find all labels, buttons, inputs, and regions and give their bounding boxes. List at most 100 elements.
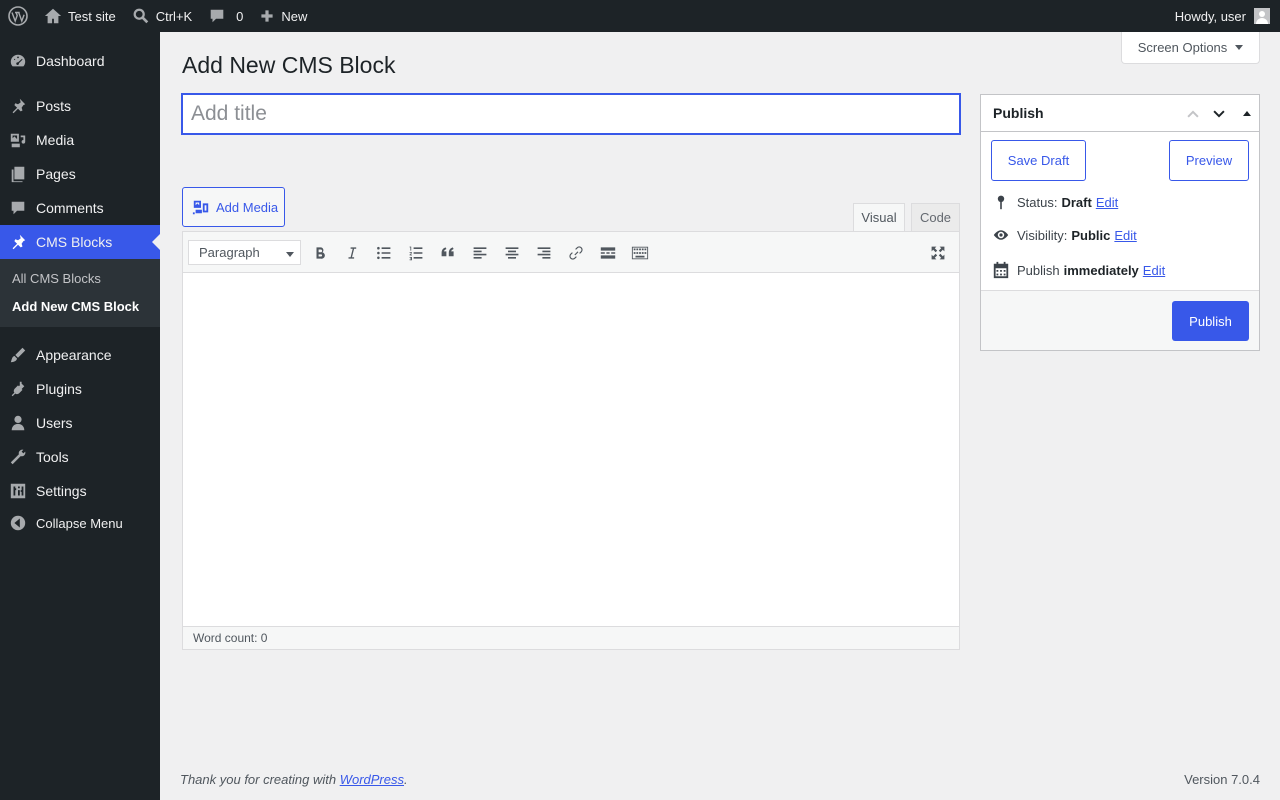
collapse-menu-button[interactable]: Collapse Menu: [0, 506, 160, 540]
dashboard-icon: [0, 52, 36, 70]
sidebar-item-pages[interactable]: Pages: [0, 157, 160, 191]
comments-icon: [0, 199, 36, 217]
collapse-menu-label: Collapse Menu: [36, 515, 123, 531]
wordpress-logo-button[interactable]: [0, 0, 36, 32]
screen-options-label: Screen Options: [1137, 40, 1228, 55]
schedule-label: Publish: [1017, 262, 1060, 278]
home-icon: [44, 8, 62, 24]
calendar-icon: [991, 261, 1011, 279]
avatar: [1254, 8, 1270, 24]
new-content-menu[interactable]: New: [251, 0, 315, 32]
chevron-up-icon: [1187, 110, 1199, 118]
sidebar-item-appearance[interactable]: Appearance: [0, 338, 160, 372]
edit-schedule-link[interactable]: Edit: [1143, 263, 1165, 278]
sidebar-item-label: Settings: [36, 483, 87, 499]
bold-button[interactable]: [309, 242, 331, 264]
toolbar-toggle-button[interactable]: [629, 242, 651, 264]
pin-icon: [0, 233, 36, 251]
comment-icon: [210, 9, 224, 23]
publish-button[interactable]: Publish: [1172, 301, 1249, 341]
publish-metabox-title: Publish: [993, 105, 1044, 121]
italic-icon: [348, 247, 357, 259]
new-label: New: [281, 8, 308, 24]
sidebar-item-label: Pages: [36, 166, 76, 182]
sidebar-item-label: CMS Blocks: [36, 234, 113, 250]
screen-options-button[interactable]: Screen Options: [1121, 32, 1260, 64]
triangle-up-icon: [1243, 111, 1251, 116]
move-down-button[interactable]: [1209, 104, 1229, 124]
align-right-icon: [537, 247, 551, 259]
schedule-value: immediately: [1063, 262, 1139, 278]
edit-status-link[interactable]: Edit: [1096, 195, 1118, 210]
italic-button[interactable]: [341, 242, 363, 264]
search-shortcut-label: Ctrl+K: [155, 8, 193, 24]
numbered-list-button[interactable]: [405, 242, 427, 264]
pages-icon: [0, 165, 36, 183]
search-icon: [133, 8, 148, 24]
pin-icon: [0, 97, 36, 115]
toggle-panel-button[interactable]: [1237, 104, 1257, 124]
status-value: Draft: [1061, 194, 1092, 210]
status-row: Status: Draft Edit: [991, 193, 1118, 211]
plus-icon: [261, 10, 274, 22]
fullscreen-button[interactable]: [927, 242, 949, 264]
sidebar-item-plugins[interactable]: Plugins: [0, 372, 160, 406]
footer-version: Version 7.0.4: [1184, 772, 1260, 787]
edit-visibility-link[interactable]: Edit: [1114, 228, 1136, 243]
content-editor: Paragraph Word count: 0: [182, 231, 960, 650]
add-media-button[interactable]: Add Media: [182, 187, 285, 227]
read-more-button[interactable]: [597, 242, 619, 264]
visibility-row: Visibility: Public Edit: [991, 227, 1137, 243]
sidebar-item-posts[interactable]: Posts: [0, 89, 160, 123]
sidebar-item-label: Appearance: [36, 347, 112, 363]
editor-toolbar: Paragraph: [183, 232, 959, 273]
submenu-item-all-cms-blocks[interactable]: All CMS Blocks: [12, 271, 101, 286]
sidebar-item-users[interactable]: Users: [0, 406, 160, 440]
eye-icon: [991, 227, 1011, 243]
bullet-list-icon: [377, 246, 391, 260]
tab-visual[interactable]: Visual: [853, 203, 905, 232]
save-draft-button[interactable]: Save Draft: [991, 140, 1086, 181]
preview-button[interactable]: Preview: [1169, 140, 1249, 181]
my-account-menu[interactable]: Howdy, user: [1175, 8, 1280, 24]
editor-content-area[interactable]: [183, 273, 959, 627]
fullscreen-icon: [931, 246, 945, 260]
sidebar-item-settings[interactable]: Settings: [0, 474, 160, 508]
align-right-button[interactable]: [533, 242, 555, 264]
wrench-icon: [0, 448, 36, 466]
bullet-list-button[interactable]: [373, 242, 395, 264]
blockquote-button[interactable]: [437, 242, 459, 264]
align-center-icon: [505, 247, 519, 259]
keyboard-icon: [631, 246, 649, 260]
command-search-button[interactable]: Ctrl+K: [124, 0, 200, 32]
publish-metabox: Publish Save Draft Preview Status: Draft…: [980, 94, 1260, 351]
wordpress-link[interactable]: WordPress: [340, 772, 404, 787]
align-left-button[interactable]: [469, 242, 491, 264]
users-icon: [0, 414, 36, 432]
cms-blocks-submenu: All CMS Blocks Add New CMS Block: [0, 259, 160, 327]
site-name-label: Test site: [68, 8, 116, 24]
format-select[interactable]: Paragraph: [188, 240, 301, 265]
insert-link-button[interactable]: [565, 242, 587, 264]
caret-down-icon: [1235, 45, 1244, 50]
media-icon: [0, 131, 36, 149]
move-up-button[interactable]: [1183, 104, 1203, 124]
brush-icon: [0, 346, 36, 364]
sidebar-item-media[interactable]: Media: [0, 123, 160, 157]
visibility-value: Public: [1071, 227, 1111, 243]
align-left-icon: [473, 247, 487, 259]
sidebar-item-cms-blocks[interactable]: CMS Blocks: [0, 225, 160, 259]
status-label: Status:: [1017, 194, 1058, 210]
word-count: Word count: 0: [193, 631, 268, 645]
submenu-item-add-new-cms-block[interactable]: Add New CMS Block: [12, 299, 139, 314]
page-title: Add New CMS Block: [182, 52, 396, 78]
sidebar-item-tools[interactable]: Tools: [0, 440, 160, 474]
site-name-link[interactable]: Test site: [36, 0, 124, 32]
wordpress-logo-icon: [8, 6, 28, 26]
sidebar-item-dashboard[interactable]: Dashboard: [0, 44, 160, 78]
comments-link[interactable]: 0: [200, 0, 251, 32]
sidebar-item-comments[interactable]: Comments: [0, 191, 160, 225]
post-title-input[interactable]: [181, 93, 961, 135]
tab-code[interactable]: Code: [911, 203, 960, 232]
align-center-button[interactable]: [501, 242, 523, 264]
